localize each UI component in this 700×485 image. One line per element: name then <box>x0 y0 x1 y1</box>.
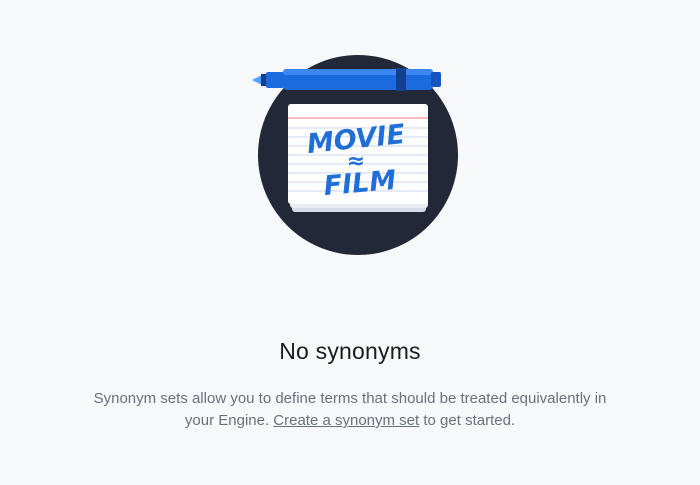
empty-state-description: Synonym sets allow you to define terms t… <box>80 388 620 432</box>
description-text-end: to get started. <box>419 412 516 429</box>
marker-icon <box>252 68 441 91</box>
synonyms-illustration: MOVIE ≈ FILM <box>252 55 458 255</box>
index-card-icon: MOVIE ≈ FILM <box>288 104 428 212</box>
card-word-film: FILM <box>322 165 397 202</box>
create-synonym-set-link[interactable]: Create a synonym set <box>273 412 419 429</box>
synonyms-empty-state: MOVIE ≈ FILM No synonyms Synonym sets al… <box>0 0 700 485</box>
empty-state-title: No synonyms <box>279 338 421 364</box>
